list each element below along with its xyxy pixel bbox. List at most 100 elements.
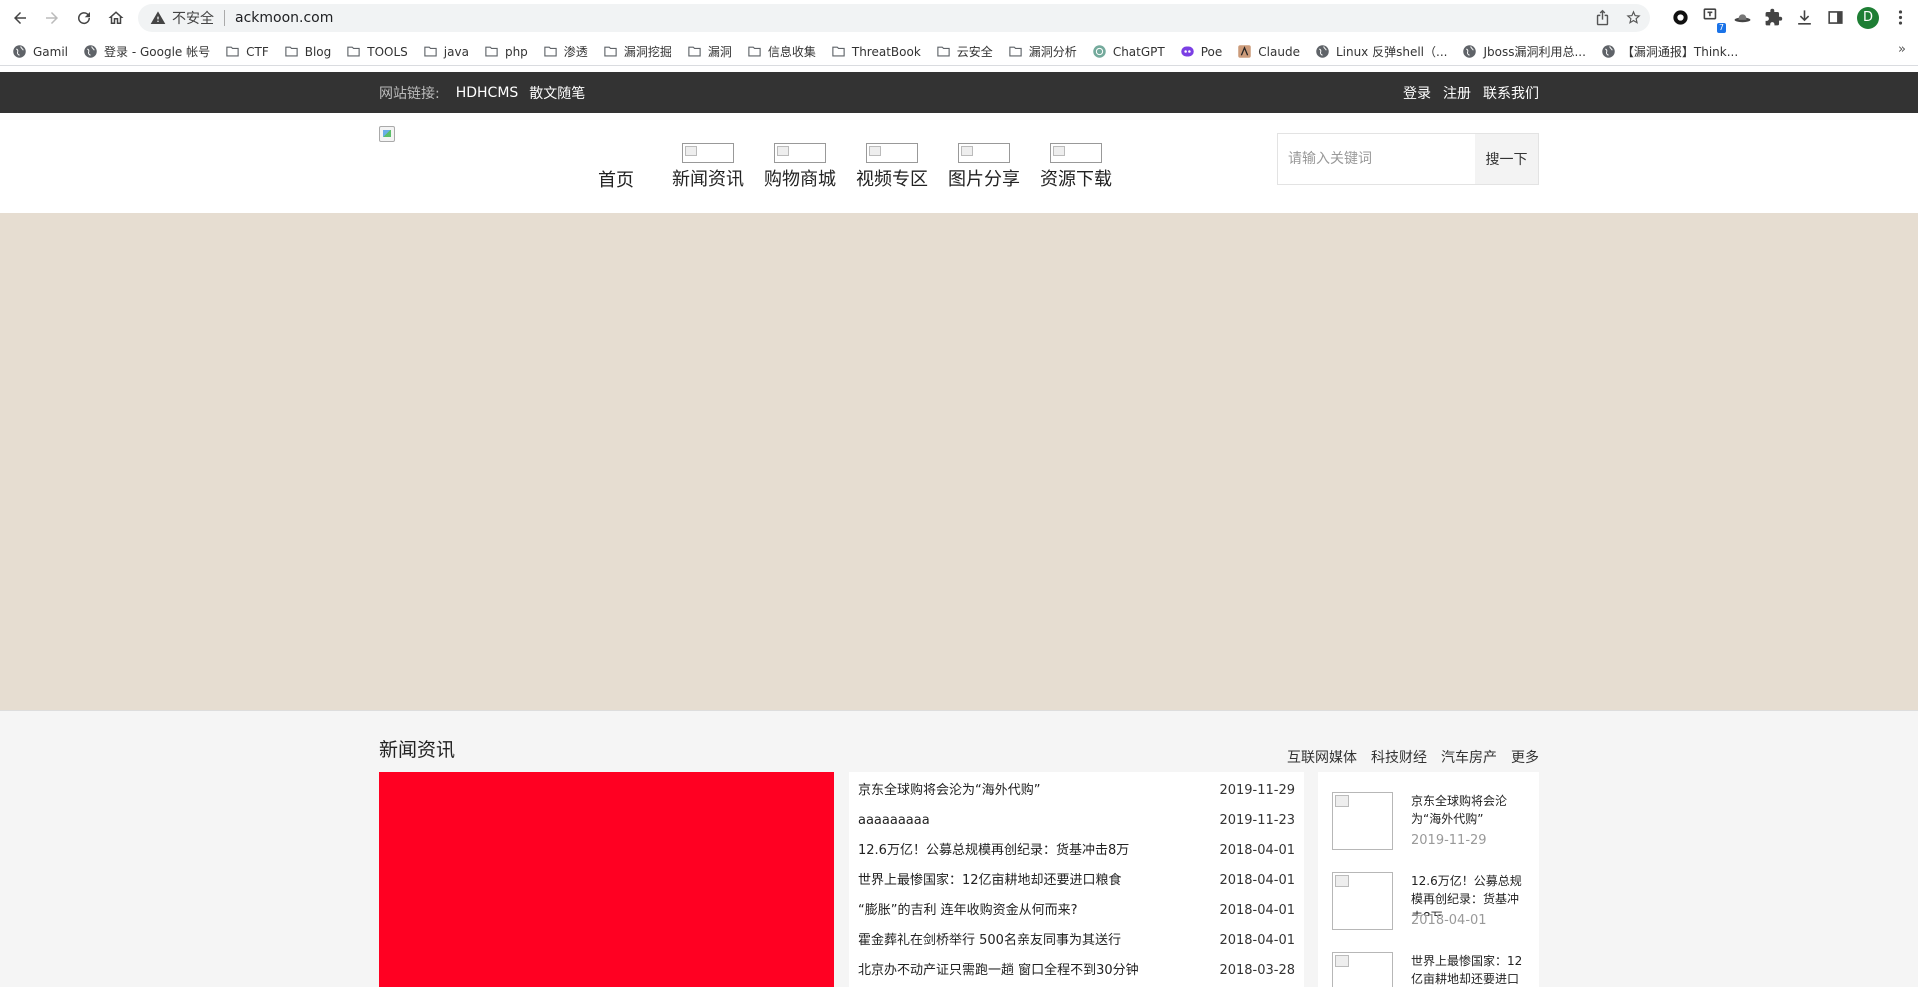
side-news-item[interactable]: 京东全球购将会沦为“海外代购” 2019-11-29: [1332, 792, 1525, 872]
bookmark-item[interactable]: Linux 反弹shell（...: [1315, 43, 1447, 60]
extension-with-badge[interactable]: 7: [1702, 6, 1726, 33]
news-list-item[interactable]: 北京办不动产证只需跑一趟 窗口全程不到30分钟 2018-03-28: [858, 962, 1295, 987]
globe-icon: [1462, 44, 1477, 59]
news-item-date: 2018-04-01: [1219, 843, 1295, 858]
bookmark-item[interactable]: TOOLS: [346, 44, 408, 59]
share-icon[interactable]: [1594, 9, 1611, 26]
bookmark-item[interactable]: 漏洞挖掘: [603, 43, 672, 60]
bookmark-label: 漏洞分析: [1028, 45, 1077, 59]
side-news-title[interactable]: 世界上最惨国家：12亿亩耕地却还要进口粮食: [1411, 952, 1525, 987]
nav-item-video[interactable]: 视频专区: [846, 143, 938, 192]
side-news-item[interactable]: 世界上最惨国家：12亿亩耕地却还要进口粮食: [1332, 952, 1525, 987]
featured-news-image[interactable]: [379, 772, 834, 987]
bookmark-item[interactable]: ChatGPT: [1092, 44, 1165, 59]
site-logo-broken-image[interactable]: [379, 126, 395, 142]
puzzle-extensions-icon[interactable]: [1764, 8, 1783, 27]
profile-avatar[interactable]: D: [1857, 6, 1879, 29]
bookmark-item[interactable]: 信息收集: [747, 43, 816, 60]
site-header: 首页 新闻资讯 购物商城 视频专区 图片分享 资源下载 请输入关键词 搜一下: [0, 113, 1918, 213]
news-list-item[interactable]: 世界上最惨国家：12亿亩耕地却还要进口粮食 2018-04-01: [858, 872, 1295, 902]
login-link[interactable]: 登录: [1403, 83, 1431, 103]
bookmark-item[interactable]: 云安全: [936, 43, 993, 60]
bookmark-label: 漏洞: [707, 45, 732, 59]
bookmark-item[interactable]: Claude: [1237, 44, 1300, 59]
poe-icon: [1180, 44, 1195, 59]
news-item-title[interactable]: 京东全球购将会沦为“海外代购”: [858, 782, 1040, 812]
news-list-item[interactable]: 霍金葬礼在剑桥举行 500名亲友同事为其送行 2018-04-01: [858, 932, 1295, 962]
news-list-item[interactable]: “膨胀”的吉利 连年收购资金从何而来? 2018-04-01: [858, 902, 1295, 932]
side-news-broken-image[interactable]: [1332, 872, 1393, 930]
register-link[interactable]: 注册: [1443, 83, 1471, 103]
bookmark-item[interactable]: Poe: [1180, 44, 1222, 59]
side-news-date: 2018-04-01: [1411, 913, 1487, 928]
side-news-title[interactable]: 京东全球购将会沦为“海外代购”: [1411, 792, 1525, 836]
bookmark-item[interactable]: Gamil: [12, 44, 68, 59]
bookmark-item[interactable]: 登录 - Google 帐号: [83, 43, 210, 60]
bookmark-star-icon[interactable]: [1625, 9, 1642, 26]
bookmark-item[interactable]: php: [484, 44, 528, 59]
download-icon[interactable]: [1795, 8, 1814, 27]
news-item-title[interactable]: 霍金葬礼在剑桥举行 500名亲友同事为其送行: [858, 932, 1121, 962]
category-auto-realestate[interactable]: 汽车房产: [1441, 747, 1497, 767]
folder-icon: [484, 44, 499, 59]
news-item-title[interactable]: “膨胀”的吉利 连年收购资金从何而来?: [858, 902, 1078, 932]
news-item-title[interactable]: 12.6万亿！公募总规模再创纪录：货基冲击8万: [858, 842, 1129, 872]
bookmark-item[interactable]: 漏洞: [687, 43, 732, 60]
nav-item-pictures[interactable]: 图片分享: [938, 143, 1030, 192]
bookmark-label: 云安全: [956, 45, 993, 59]
side-news-title[interactable]: 12.6万亿！公募总规模再创纪录：货基冲击8万: [1411, 872, 1525, 916]
nav-item-downloads[interactable]: 资源下载: [1030, 143, 1122, 192]
news-item-title[interactable]: 世界上最惨国家：12亿亩耕地却还要进口粮食: [858, 872, 1122, 902]
category-more[interactable]: 更多: [1511, 747, 1539, 767]
nav-broken-image-icon: [1050, 143, 1102, 163]
bookmark-item[interactable]: CTF: [225, 44, 269, 59]
forward-button[interactable]: [36, 2, 68, 34]
bookmark-item[interactable]: 漏洞分析: [1008, 43, 1077, 60]
bookmarks-overflow-icon[interactable]: »: [1898, 42, 1906, 57]
bookmark-item[interactable]: Blog: [284, 44, 331, 59]
bookmark-item[interactable]: 【漏洞通报】Think...: [1601, 43, 1738, 60]
site-link-hdhcms[interactable]: HDHCMS: [456, 85, 519, 101]
bookmark-item[interactable]: java: [423, 44, 469, 59]
bookmark-item[interactable]: ThreatBook: [831, 44, 921, 59]
globe-icon: [1601, 44, 1616, 59]
forward-arrow-icon: [46, 12, 58, 24]
search-button[interactable]: 搜一下: [1475, 134, 1538, 184]
search-input[interactable]: [1278, 134, 1475, 184]
warning-icon[interactable]: [150, 10, 166, 26]
news-item-title[interactable]: aaaaaaaaa: [858, 812, 930, 842]
news-item-date: 2018-04-01: [1219, 873, 1295, 888]
news-list-item[interactable]: 12.6万亿！公募总规模再创纪录：货基冲击8万 2018-04-01: [858, 842, 1295, 872]
side-panel-icon[interactable]: [1826, 8, 1845, 27]
address-bar[interactable]: 不安全 ackmoon.com: [138, 4, 1650, 32]
nav-item-shop[interactable]: 购物商城: [754, 143, 846, 192]
bookmark-item[interactable]: Jboss漏洞利用总...: [1462, 43, 1586, 60]
url-text[interactable]: ackmoon.com: [235, 10, 333, 26]
reload-button[interactable]: [68, 2, 100, 34]
menu-kebab-icon[interactable]: [1891, 8, 1910, 27]
reload-icon: [78, 12, 91, 25]
back-button[interactable]: [4, 2, 36, 34]
news-list-item[interactable]: 京东全球购将会沦为“海外代购” 2019-11-29: [858, 782, 1295, 812]
browser-toolbar: 不安全 ackmoon.com 7 D: [0, 0, 1918, 36]
folder-icon: [346, 44, 361, 59]
category-internet-media[interactable]: 互联网媒体: [1287, 747, 1357, 767]
category-tech-finance[interactable]: 科技财经: [1371, 747, 1427, 767]
bookmark-item[interactable]: 渗透: [543, 43, 588, 60]
bookmark-label: Jboss漏洞利用总...: [1483, 45, 1586, 59]
news-list-item[interactable]: aaaaaaaaa 2019-11-23: [858, 812, 1295, 842]
back-arrow-icon: [14, 12, 26, 24]
side-news-broken-image[interactable]: [1332, 792, 1393, 850]
side-news-item[interactable]: 12.6万亿！公募总规模再创纪录：货基冲击8万2018-04-01: [1332, 872, 1525, 952]
nav-item-home[interactable]: 首页: [590, 143, 642, 192]
site-link-essay[interactable]: 散文随笔: [529, 83, 585, 103]
insecure-label[interactable]: 不安全: [172, 8, 214, 28]
nav-item-news[interactable]: 新闻资讯: [662, 143, 754, 192]
home-button[interactable]: [100, 2, 132, 34]
hat-extension-icon[interactable]: [1733, 8, 1752, 27]
nav-broken-image-icon: [774, 143, 826, 163]
news-item-title[interactable]: 北京办不动产证只需跑一趟 窗口全程不到30分钟: [858, 962, 1139, 987]
contact-link[interactable]: 联系我们: [1483, 83, 1539, 103]
circle-extension-icon[interactable]: [1671, 8, 1690, 27]
side-news-broken-image[interactable]: [1332, 952, 1393, 987]
